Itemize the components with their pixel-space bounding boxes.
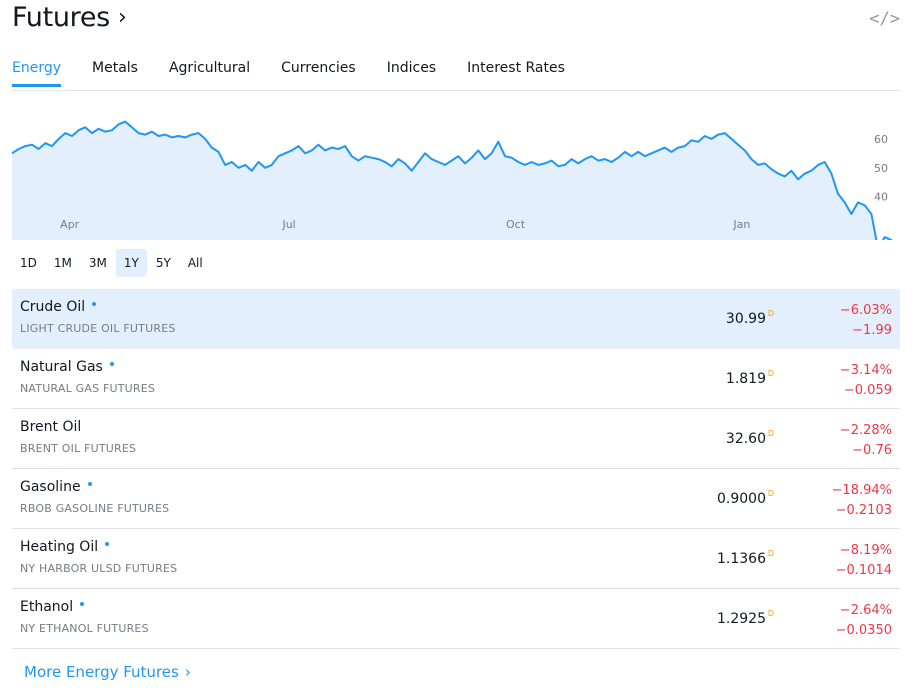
symbol-description: NY ETHANOL FUTURES <box>20 622 149 635</box>
symbol-name: Natural Gas <box>20 359 103 375</box>
tab-indices[interactable]: Indices <box>387 56 436 87</box>
more-link-label: More Energy Futures <box>24 663 179 681</box>
delayed-flag: D <box>767 489 774 498</box>
range-1d[interactable]: 1D <box>12 249 45 277</box>
chart-svg: 60 50 40 Apr Jul Oct Jan <box>12 120 898 240</box>
chevron-right-icon: › <box>184 663 191 681</box>
futures-row[interactable]: Gasoline RBOB GASOLINE FUTURES 0.9000 D −18.… <box>12 469 900 529</box>
more-energy-futures-link[interactable]: More Energy Futures › <box>24 663 191 681</box>
page-title-link[interactable]: Futures › <box>12 2 127 33</box>
change-value: −0.76 <box>852 443 892 458</box>
price-area <box>12 121 898 240</box>
futures-list: Crude Oil LIGHT CRUDE OIL FUTURES 30.99 D −6… <box>12 289 900 649</box>
last-price: 1.819 <box>725 371 766 387</box>
futures-row[interactable]: Crude Oil LIGHT CRUDE OIL FUTURES 30.99 D −6… <box>12 289 900 349</box>
symbol-description: RBOB GASOLINE FUTURES <box>20 502 170 515</box>
symbol-description: NATURAL GAS FUTURES <box>20 382 156 395</box>
y-tick-label: 50 <box>874 162 888 175</box>
range-5y[interactable]: 5Y <box>148 249 179 277</box>
last-price: 32.60 <box>725 431 766 447</box>
symbol-name: Gasoline <box>20 479 81 495</box>
symbol-name-wrap: Ethanol <box>20 599 85 615</box>
status-dot-icon <box>80 602 85 606</box>
change-percent: −18.94% <box>831 483 892 498</box>
symbol-name: Ethanol <box>20 599 74 615</box>
x-tick-label: Apr <box>60 218 80 231</box>
category-tabs: Energy Metals Agricultural Currencies Indice… <box>12 56 900 91</box>
delayed-flag: D <box>767 309 774 318</box>
tab-agricultural[interactable]: Agricultural <box>169 56 250 87</box>
symbol-name-wrap: Crude Oil <box>20 299 97 315</box>
symbol-name-wrap: Heating Oil <box>20 539 110 555</box>
x-tick-label: Jul <box>281 218 295 231</box>
change-percent: −2.64% <box>839 603 892 618</box>
delayed-flag: D <box>767 549 774 558</box>
tab-metals[interactable]: Metals <box>92 56 138 87</box>
change-percent: −2.28% <box>839 423 892 438</box>
change-percent: −8.19% <box>839 543 892 558</box>
status-dot-icon <box>109 362 114 366</box>
range-all[interactable]: All <box>180 249 211 277</box>
last-price: 0.9000 <box>717 491 766 507</box>
delayed-flag: D <box>767 609 774 618</box>
status-dot-icon <box>92 302 97 306</box>
symbol-description: BRENT OIL FUTURES <box>20 442 137 455</box>
tab-interest-rates[interactable]: Interest Rates <box>467 56 565 87</box>
symbol-name-wrap: Brent Oil <box>20 419 81 435</box>
change-percent: −3.14% <box>839 363 892 378</box>
futures-row[interactable]: Natural Gas NATURAL GAS FUTURES 1.819 D −3.1… <box>12 349 900 409</box>
tab-currencies[interactable]: Currencies <box>281 56 356 87</box>
symbol-name: Brent Oil <box>20 419 82 435</box>
change-percent: −6.03% <box>839 303 892 318</box>
symbol-description: LIGHT CRUDE OIL FUTURES <box>20 322 176 335</box>
energy-chart[interactable]: 60 50 40 Apr Jul Oct Jan <box>12 100 900 240</box>
change-value: −0.0350 <box>835 623 892 638</box>
delayed-flag: D <box>767 429 774 438</box>
symbol-description: NY HARBOR ULSD FUTURES <box>20 562 178 575</box>
futures-row[interactable]: Ethanol NY ETHANOL FUTURES 1.2925 D −2.64% −0… <box>12 589 900 649</box>
change-value: −0.059 <box>843 383 892 398</box>
x-tick-label: Oct <box>506 218 526 231</box>
change-value: −0.2103 <box>835 503 892 518</box>
status-dot-icon <box>87 482 92 486</box>
range-3m[interactable]: 3M <box>81 249 115 277</box>
last-price: 1.1366 <box>717 551 766 567</box>
futures-row[interactable]: Brent Oil BRENT OIL FUTURES 32.60 D −2.28% −0… <box>12 409 900 469</box>
time-range-selector: 1D 1M 3M 1Y 5Y All <box>12 249 212 277</box>
status-dot-icon <box>105 542 110 546</box>
chevron-right-icon: › <box>117 5 127 30</box>
futures-row[interactable]: Heating Oil NY HARBOR ULSD FUTURES 1.1366 D… <box>12 529 900 589</box>
range-1m[interactable]: 1M <box>46 249 80 277</box>
tab-energy[interactable]: Energy <box>12 56 62 87</box>
last-price: 1.2925 <box>717 611 766 627</box>
delayed-flag: D <box>767 369 774 378</box>
range-1y[interactable]: 1Y <box>115 249 147 277</box>
symbol-name: Heating Oil <box>20 539 99 555</box>
symbol-name-wrap: Gasoline <box>20 479 92 495</box>
y-tick-label: 60 <box>874 133 888 146</box>
page-header: Futures › </> <box>12 2 904 42</box>
y-tick-label: 40 <box>874 191 888 204</box>
x-tick-label: Jan <box>732 218 750 231</box>
symbol-name: Crude Oil <box>20 299 86 315</box>
page-title: Futures <box>12 2 110 33</box>
change-value: −1.99 <box>852 323 892 338</box>
embed-code-icon[interactable]: </> <box>869 9 900 29</box>
change-value: −0.1014 <box>835 563 892 578</box>
symbol-name-wrap: Natural Gas <box>20 359 114 375</box>
last-price: 30.99 <box>725 311 766 327</box>
